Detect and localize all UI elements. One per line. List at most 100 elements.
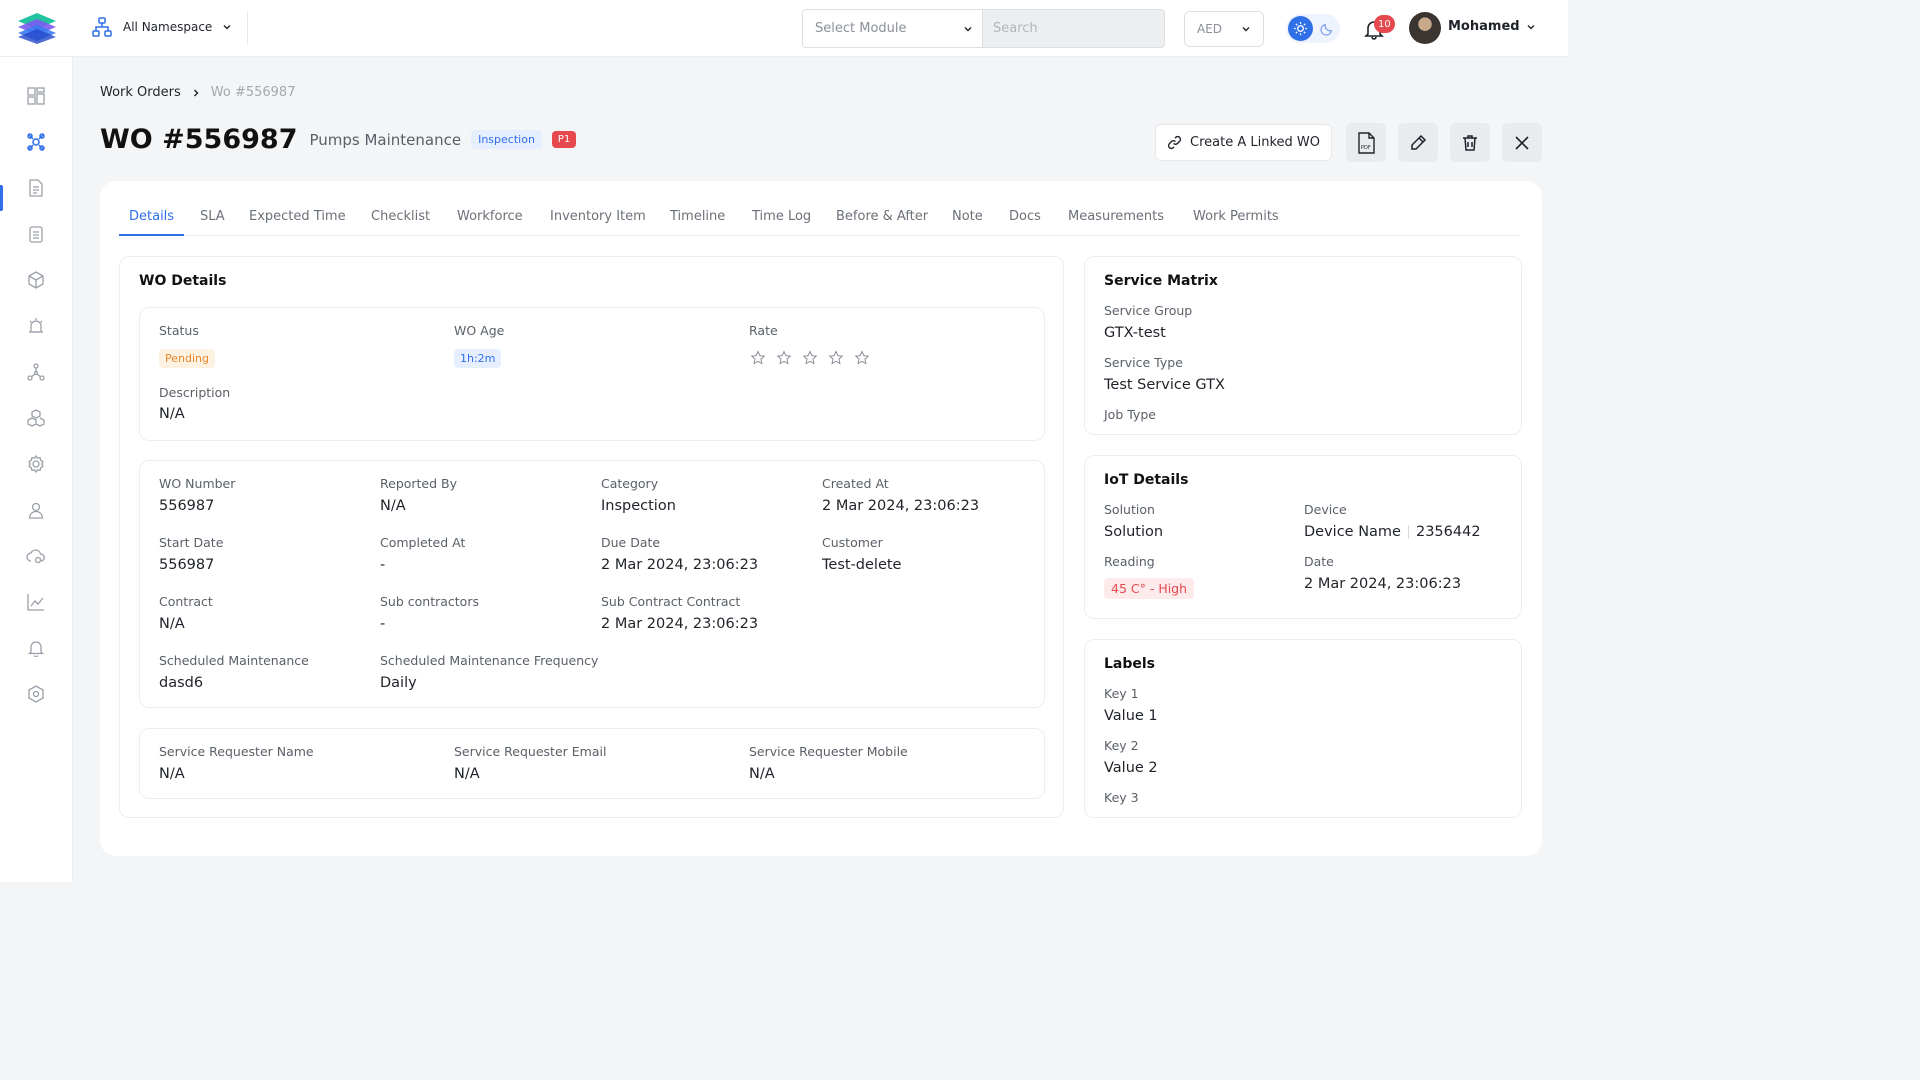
theme-toggle[interactable] [1286,14,1340,43]
tab-note[interactable]: Note [952,209,983,224]
tab-inventory-item[interactable]: Inventory Item [550,209,646,224]
namespace-label: All Namespace [123,20,213,34]
sun-icon[interactable] [1288,16,1313,41]
device-value: Device Name 2356442 [1304,524,1481,540]
tab-expected-time[interactable]: Expected Time [249,209,346,224]
assets-icon[interactable] [24,406,48,430]
field-value: dasd6 [159,675,204,691]
service-matrix-panel: Service Matrix Service Group GTX-test Se… [1084,256,1522,435]
tab-details[interactable]: Details [129,209,174,224]
field-label: Service Requester Name [159,744,314,759]
star-icon[interactable] [776,350,792,366]
field-value: 2 Mar 2024, 23:06:23 [822,498,980,514]
link-icon [1167,135,1182,150]
tab-docs[interactable]: Docs [1009,209,1041,224]
tab-sla[interactable]: SLA [200,209,225,224]
star-icon[interactable] [828,350,844,366]
field-label: WO Number [159,476,236,491]
label-value: Value 1 [1104,708,1158,724]
pdf-icon: PDF [1358,131,1375,154]
trash-icon [1463,134,1477,151]
wo-details-title: WO Details [139,273,227,289]
avatar[interactable] [1409,12,1441,44]
create-linked-wo-button[interactable]: Create A Linked WO [1155,124,1332,161]
namespace-selector[interactable]: All Namespace [91,16,232,38]
tab-timeline[interactable]: Timeline [670,209,725,224]
alarm-icon[interactable] [24,314,48,338]
edit-button[interactable] [1398,123,1438,162]
field-value: 556987 [159,498,215,514]
tab-checklist[interactable]: Checklist [371,209,430,224]
app-logo[interactable] [16,11,58,45]
hierarchy-icon [92,17,112,37]
iot-title: IoT Details [1104,472,1189,488]
module-select[interactable]: Select Module [802,9,985,48]
delete-button[interactable] [1450,123,1490,162]
star-icon[interactable] [854,350,870,366]
dashboard-icon[interactable] [24,84,48,108]
moon-icon[interactable] [1316,18,1337,39]
field-value: - [380,557,386,573]
user-name: Mohamed [1448,19,1520,34]
chart-line-icon[interactable] [24,590,48,614]
cloud-settings-icon[interactable] [24,544,48,568]
create-linked-wo-label: Create A Linked WO [1190,135,1320,150]
page-header: WO #556987 Pumps Maintenance Inspection … [100,124,577,155]
service-matrix-title: Service Matrix [1104,273,1218,289]
currency-select[interactable]: AED [1184,11,1264,47]
network-icon[interactable] [24,360,48,384]
wo-details-panel: WO Details Status Pending WO Age 1h:2m R… [119,256,1064,818]
bell-icon[interactable] [24,636,48,660]
top-bar: All Namespace Select Module AED 10 Moham… [0,0,1568,57]
tab-workforce[interactable]: Workforce [457,209,523,224]
description-label: Description [159,385,231,400]
tab-before-after[interactable]: Before & After [836,209,928,224]
field-label: Due Date [601,535,661,550]
clipboard-icon[interactable] [24,222,48,246]
close-icon [1515,135,1529,150]
field-value: N/A [454,766,480,782]
field-label: Customer [822,535,883,550]
document-icon[interactable] [24,176,48,200]
rating-stars [750,350,870,366]
field-value: Inspection [601,498,676,514]
field-label: Completed At [380,535,466,550]
job-type-label: Job Type [1104,407,1156,422]
search-input[interactable] [982,9,1165,48]
pdf-export-button[interactable]: PDF [1346,123,1386,162]
user-icon[interactable] [24,498,48,522]
priority-badge: P1 [551,131,577,148]
tab-work-permits[interactable]: Work Permits [1193,209,1279,224]
labels-panel: Labels Key 1 Value 1 Key 2 Value 2 Key 3 [1084,639,1522,818]
details-card: Details SLA Expected Time Checklist Work… [100,181,1542,856]
tab-measurements[interactable]: Measurements [1068,209,1164,224]
device-name: Device Name [1304,524,1401,540]
field-value: 556987 [159,557,215,573]
device-id: 2356442 [1415,524,1481,540]
reading-label: Reading [1104,554,1155,569]
settings-icon[interactable] [24,682,48,706]
close-button[interactable] [1502,123,1542,162]
page-subtitle: Pumps Maintenance [309,130,462,149]
work-orders-icon[interactable] [24,130,48,154]
labels-title: Labels [1104,656,1156,672]
breadcrumb-work-orders[interactable]: Work Orders [100,85,181,100]
module-select-placeholder: Select Module [815,21,907,36]
active-tab-indicator [119,234,184,236]
star-icon[interactable] [750,350,766,366]
star-icon[interactable] [802,350,818,366]
user-menu[interactable]: Mohamed [1448,19,1536,34]
field-value: 2 Mar 2024, 23:06:23 [601,616,759,632]
reading-badge: 45 C° - High [1104,578,1195,599]
field-label: Created At [822,476,889,491]
requester-section: Service Requester Name N/A Service Reque… [139,728,1045,799]
field-label: Service Requester Email [454,744,607,759]
breadcrumb: Work Orders Wo #556987 [100,85,295,100]
box-icon[interactable] [24,268,48,292]
field-label: Sub Contract Contract [601,594,741,609]
wo-age-badge: 1h:2m [454,349,502,368]
gear-icon[interactable] [24,452,48,476]
tab-time-log[interactable]: Time Log [752,209,811,224]
service-group-value: GTX-test [1104,325,1166,341]
divider [1407,525,1409,539]
